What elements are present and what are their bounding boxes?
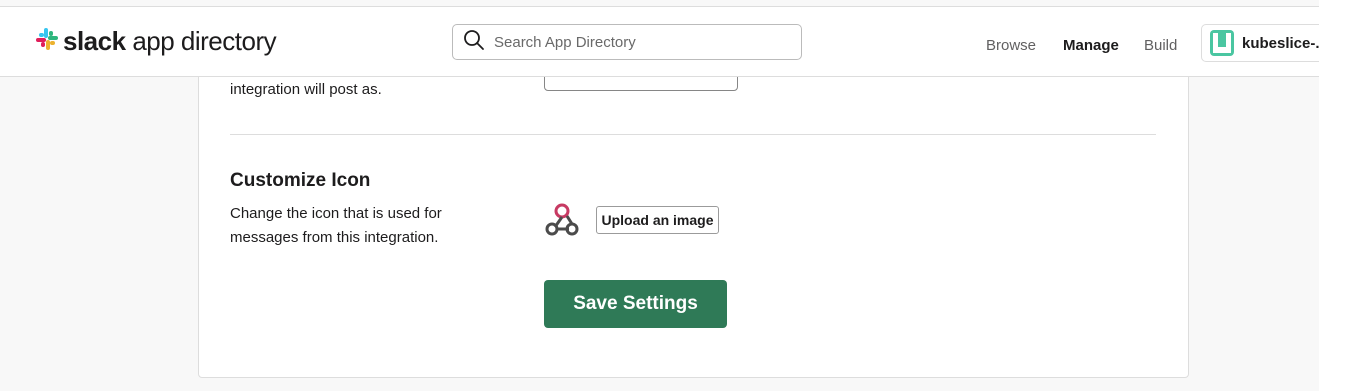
nav-manage[interactable]: Manage [1063, 37, 1119, 54]
slack-logo[interactable]: slack app directory [35, 25, 277, 57]
workspace-avatar [1210, 30, 1234, 56]
logo-text: slack app directory [63, 25, 277, 57]
section-divider [230, 134, 1156, 135]
search-box[interactable] [452, 24, 802, 60]
save-settings-button[interactable]: Save Settings [544, 280, 727, 328]
workspace-name: kubeslice-... [1242, 34, 1319, 52]
search-input[interactable] [494, 33, 784, 51]
upload-image-button[interactable]: Upload an image [596, 206, 719, 234]
nav-browse[interactable]: Browse [986, 37, 1036, 54]
webhook-icon [544, 202, 580, 236]
logo-suffix: app directory [132, 26, 277, 56]
logo-brand: slack [63, 26, 126, 56]
customize-name-description: integration will post as. [230, 81, 382, 98]
nav-build[interactable]: Build [1144, 37, 1177, 54]
workspace-switcher[interactable]: kubeslice-... [1201, 24, 1319, 62]
customize-icon-title: Customize Icon [230, 170, 371, 191]
page-viewport: slack app directory Browse Manage Build … [0, 0, 1319, 391]
customize-icon-description: Change the icon that is used for message… [230, 205, 442, 246]
search-icon [463, 29, 485, 56]
header: slack app directory Browse Manage Build … [0, 7, 1319, 77]
slack-logo-icon [35, 27, 59, 56]
